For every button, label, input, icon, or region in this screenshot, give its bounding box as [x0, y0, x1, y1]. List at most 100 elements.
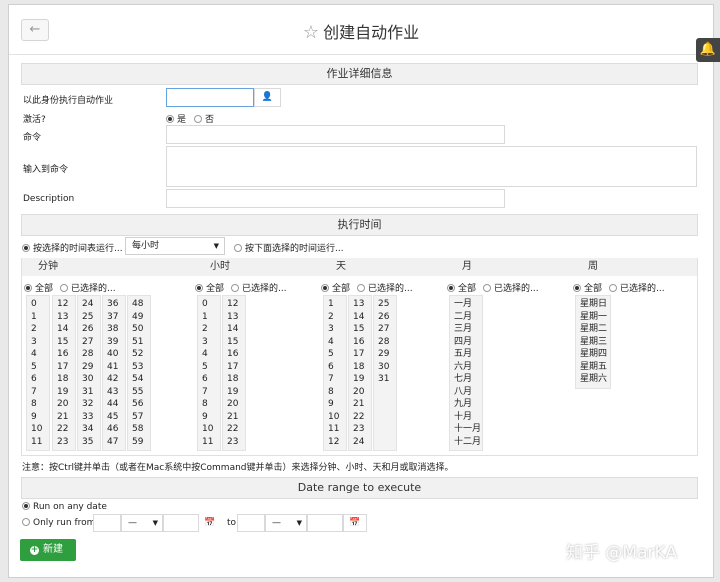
- list-option[interactable]: 35: [78, 436, 100, 449]
- list-option[interactable]: 6: [324, 361, 346, 374]
- list-option[interactable]: 星期六: [576, 373, 610, 386]
- hours-all-radio[interactable]: 全部: [195, 281, 224, 294]
- weekdays-selected-radio[interactable]: 已选择的...: [609, 281, 665, 294]
- list-option[interactable]: 24: [78, 298, 100, 311]
- list-option[interactable]: 9: [27, 411, 49, 424]
- list-option[interactable]: 31: [374, 373, 396, 386]
- days-list-col-1[interactable]: 1 2 3 4 5 6 7 8 9 10 11 12: [323, 295, 347, 451]
- minutes-list-col-3[interactable]: 24 25 26 27 28 29 30 31 32 33 34 35: [77, 295, 101, 451]
- list-option[interactable]: 41: [103, 361, 125, 374]
- weekdays-list[interactable]: 星期日 星期一 星期二 星期三 星期四 星期五 星期六: [575, 295, 611, 389]
- list-option[interactable]: 五月: [450, 348, 482, 361]
- list-option[interactable]: 6: [27, 373, 49, 386]
- list-option[interactable]: 三月: [450, 323, 482, 336]
- list-option[interactable]: 18: [349, 361, 371, 374]
- list-option[interactable]: 59: [128, 436, 150, 449]
- hours-list-col-2[interactable]: 12 13 14 15 16 17 18 19 20 21 22 23: [222, 295, 246, 451]
- list-option[interactable]: 18: [223, 373, 245, 386]
- list-option[interactable]: 16: [349, 336, 371, 349]
- from-day-input[interactable]: [93, 514, 121, 532]
- list-option[interactable]: 22: [223, 423, 245, 436]
- list-option[interactable]: 8: [27, 398, 49, 411]
- list-option[interactable]: 一月: [450, 298, 482, 311]
- days-list-col-2[interactable]: 13 14 15 16 17 18 19 20 21 22 23 24: [348, 295, 372, 451]
- list-option[interactable]: 28: [374, 336, 396, 349]
- list-option[interactable]: 20: [349, 386, 371, 399]
- list-option[interactable]: 17: [223, 361, 245, 374]
- command-input[interactable]: [166, 125, 505, 144]
- list-option[interactable]: 43: [103, 386, 125, 399]
- list-option[interactable]: 3: [324, 323, 346, 336]
- to-day-input[interactable]: [237, 514, 265, 532]
- star-icon[interactable]: ☆: [303, 22, 319, 43]
- list-option[interactable]: 10: [324, 411, 346, 424]
- minutes-all-radio[interactable]: 全部: [24, 281, 53, 294]
- list-option[interactable]: 8: [324, 386, 346, 399]
- weekdays-all-radio[interactable]: 全部: [573, 281, 602, 294]
- list-option[interactable]: 23: [349, 423, 371, 436]
- list-option[interactable]: 9: [198, 411, 220, 424]
- list-option[interactable]: 22: [53, 423, 75, 436]
- list-option[interactable]: 49: [128, 311, 150, 324]
- list-option[interactable]: 六月: [450, 361, 482, 374]
- list-option[interactable]: 13: [53, 311, 75, 324]
- only-run-from-radio[interactable]: Only run from: [22, 518, 95, 528]
- list-option[interactable]: 52: [128, 348, 150, 361]
- active-no-radio[interactable]: 否: [194, 112, 214, 125]
- list-option[interactable]: 16: [223, 348, 245, 361]
- list-option[interactable]: 30: [78, 373, 100, 386]
- list-option[interactable]: 星期四: [576, 348, 610, 361]
- list-option[interactable]: 10: [198, 423, 220, 436]
- list-option[interactable]: 56: [128, 398, 150, 411]
- run-as-input[interactable]: [166, 88, 254, 107]
- days-selected-radio[interactable]: 已选择的...: [357, 281, 413, 294]
- list-option[interactable]: 十二月: [450, 436, 482, 449]
- list-option[interactable]: 45: [103, 411, 125, 424]
- list-option[interactable]: 26: [374, 311, 396, 324]
- list-option[interactable]: 38: [103, 323, 125, 336]
- list-option[interactable]: 37: [103, 311, 125, 324]
- list-option[interactable]: 57: [128, 411, 150, 424]
- list-option[interactable]: 20: [53, 398, 75, 411]
- list-option[interactable]: 50: [128, 323, 150, 336]
- by-selection-radio[interactable]: 按下面选择的时间运行...: [234, 241, 344, 254]
- list-option[interactable]: 十月: [450, 411, 482, 424]
- description-input[interactable]: [166, 189, 505, 208]
- from-month-select[interactable]: — ▼: [121, 514, 163, 532]
- active-yes-radio[interactable]: 是: [166, 112, 186, 125]
- calendar-icon[interactable]: 📅: [199, 514, 221, 532]
- list-option[interactable]: 33: [78, 411, 100, 424]
- list-option[interactable]: 0: [27, 298, 49, 311]
- list-option[interactable]: 17: [53, 361, 75, 374]
- list-option[interactable]: 2: [27, 323, 49, 336]
- list-option[interactable]: 12: [324, 436, 346, 449]
- list-option[interactable]: 54: [128, 373, 150, 386]
- list-option[interactable]: 19: [349, 373, 371, 386]
- months-all-radio[interactable]: 全部: [447, 281, 476, 294]
- list-option[interactable]: 25: [374, 298, 396, 311]
- list-option[interactable]: 7: [27, 386, 49, 399]
- list-option[interactable]: 14: [53, 323, 75, 336]
- list-option[interactable]: 七月: [450, 373, 482, 386]
- new-button[interactable]: + 新建: [20, 539, 76, 561]
- list-option[interactable]: 二月: [450, 311, 482, 324]
- list-option[interactable]: 5: [198, 361, 220, 374]
- list-option[interactable]: 39: [103, 336, 125, 349]
- list-option[interactable]: 15: [349, 323, 371, 336]
- list-option[interactable]: 40: [103, 348, 125, 361]
- to-month-select[interactable]: — ▼: [265, 514, 307, 532]
- list-option[interactable]: 14: [223, 323, 245, 336]
- calendar-icon[interactable]: 📅: [343, 514, 367, 532]
- list-option[interactable]: 58: [128, 423, 150, 436]
- list-option[interactable]: 11: [324, 423, 346, 436]
- list-option[interactable]: 34: [78, 423, 100, 436]
- minutes-list-col-4[interactable]: 36 37 38 39 40 41 42 43 44 45 46 47: [102, 295, 126, 451]
- minutes-list-col-5[interactable]: 48 49 50 51 52 53 54 55 56 57 58 59: [127, 295, 151, 451]
- list-option[interactable]: 19: [53, 386, 75, 399]
- list-option[interactable]: 11: [198, 436, 220, 449]
- list-option[interactable]: 3: [27, 336, 49, 349]
- list-option[interactable]: 30: [374, 361, 396, 374]
- list-option[interactable]: 13: [349, 298, 371, 311]
- list-option[interactable]: 15: [53, 336, 75, 349]
- list-option[interactable]: 1: [198, 311, 220, 324]
